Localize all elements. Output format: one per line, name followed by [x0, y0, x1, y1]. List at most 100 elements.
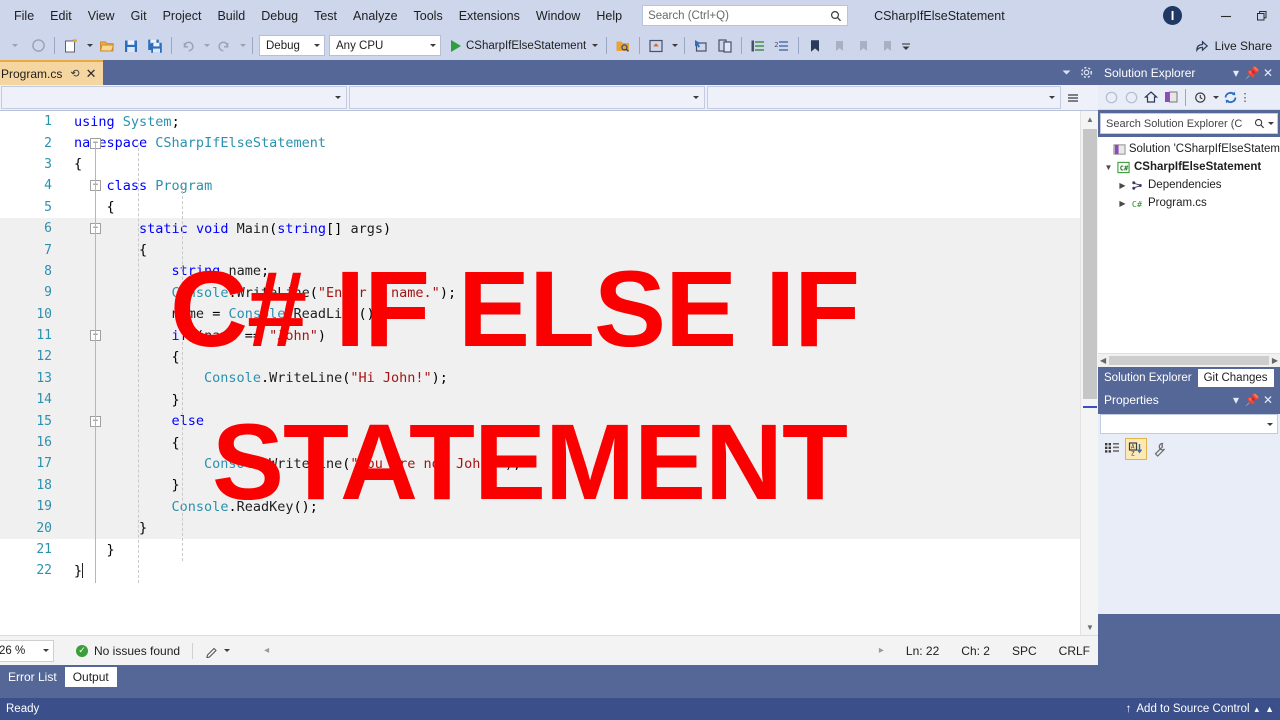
previous-bookmark-button[interactable]: [828, 34, 850, 57]
issue-next-arrow[interactable]: ▸: [879, 645, 884, 656]
hscroll-left-arrow[interactable]: ◀: [1100, 356, 1106, 365]
live-share-button[interactable]: Live Share: [1195, 38, 1272, 53]
project-scope-dropdown[interactable]: [1, 86, 347, 109]
menu-analyze[interactable]: Analyze: [345, 5, 405, 27]
hscroll-right-arrow[interactable]: ▶: [1272, 356, 1278, 365]
hscroll-thumb[interactable]: [1109, 356, 1269, 365]
menu-git[interactable]: Git: [123, 5, 155, 27]
code-line[interactable]: 12 {: [0, 346, 1098, 368]
menu-debug[interactable]: Debug: [253, 5, 306, 27]
clear-bookmarks-button[interactable]: [876, 34, 898, 57]
properties-object-combo[interactable]: [1100, 414, 1278, 434]
menu-edit[interactable]: Edit: [42, 5, 80, 27]
forward-button[interactable]: [1121, 87, 1141, 107]
code-line[interactable]: 16 {: [0, 431, 1098, 454]
solution-explorer-close-button[interactable]: ✕: [1260, 63, 1276, 83]
pin-tab-icon[interactable]: ⟲: [70, 67, 79, 80]
next-bookmark-button[interactable]: [852, 34, 874, 57]
quick-launch-search[interactable]: Search (Ctrl+Q): [642, 5, 849, 26]
restore-button[interactable]: [1244, 0, 1280, 31]
code-line[interactable]: 20 }: [0, 517, 1098, 539]
type-scope-dropdown[interactable]: [349, 86, 705, 109]
menu-tools[interactable]: Tools: [406, 5, 451, 27]
properties-close-button[interactable]: ✕: [1260, 390, 1276, 410]
uncomment-selection-button[interactable]: 2: [771, 34, 793, 57]
refresh-button[interactable]: [1220, 87, 1240, 107]
menu-build[interactable]: Build: [209, 5, 253, 27]
dock-tab-solution-explorer[interactable]: Solution Explorer: [1098, 369, 1198, 387]
start-debug-button[interactable]: CSharpIfElseStatement: [447, 34, 602, 57]
solution-platform-combo[interactable]: Any CPU: [329, 35, 441, 56]
eol-indicator[interactable]: CRLF: [1059, 644, 1090, 658]
bottom-tab-output[interactable]: Output: [64, 667, 117, 687]
undo-button[interactable]: [177, 34, 199, 57]
solution-explorer-hscrollbar[interactable]: ◀ ▶: [1098, 353, 1280, 367]
redo-dropdown[interactable]: [237, 34, 247, 57]
menu-file[interactable]: File: [6, 5, 42, 27]
code-line[interactable]: 3{: [0, 154, 1098, 175]
code-line[interactable]: 6− static void Main(string[] args): [0, 217, 1098, 240]
toggle-bookmark-button[interactable]: [804, 34, 826, 57]
expanded-twisty-icon[interactable]: ▼: [1102, 163, 1115, 172]
back-button[interactable]: [1101, 87, 1121, 107]
code-line[interactable]: 18 }: [0, 474, 1098, 497]
issue-prev-arrow[interactable]: ◂: [264, 645, 269, 656]
home-button[interactable]: [1141, 87, 1161, 107]
save-button[interactable]: [120, 34, 142, 57]
editor-vertical-scrollbar[interactable]: ▲ ▼: [1080, 111, 1098, 635]
bottom-tab-error-list[interactable]: Error List: [0, 667, 65, 687]
indent-indicator[interactable]: SPC: [1012, 644, 1037, 658]
code-line[interactable]: 17 Console.WriteLine("You are not John!"…: [0, 453, 1098, 475]
close-tab-icon[interactable]: ✕: [86, 67, 97, 80]
collapsed-twisty-icon[interactable]: ▶: [1116, 181, 1129, 190]
code-line[interactable]: 15− else: [0, 410, 1098, 432]
code-line[interactable]: 1 using System;: [0, 111, 1098, 132]
code-line[interactable]: 4− class Program: [0, 175, 1098, 196]
scroll-up-arrow[interactable]: ▲: [1081, 111, 1099, 127]
code-line[interactable]: 10 name = Console.ReadLine();: [0, 303, 1098, 325]
navigate-forward-button[interactable]: [27, 34, 49, 57]
code-line[interactable]: 9 Console.WriteLine("Enter a name.");: [0, 282, 1098, 304]
new-project-button[interactable]: [60, 34, 82, 57]
solution-explorer-pin-button[interactable]: 📌: [1244, 63, 1260, 83]
notifications-icon[interactable]: ▲: [1265, 704, 1274, 714]
code-line[interactable]: 19 Console.ReadKey();: [0, 496, 1098, 518]
comment-selection-button[interactable]: [747, 34, 769, 57]
menu-view[interactable]: View: [80, 5, 123, 27]
categorized-view-button[interactable]: [1101, 438, 1123, 460]
zoom-level-combo[interactable]: 26 %: [0, 639, 54, 662]
issues-status[interactable]: ✓ No issues found: [76, 644, 180, 658]
toolbar-overflow-button[interactable]: [900, 34, 912, 57]
open-file-button[interactable]: [96, 34, 118, 57]
scroll-down-arrow[interactable]: ▼: [1081, 619, 1099, 635]
hot-reload-button[interactable]: [645, 34, 667, 57]
solution-explorer-menu-button[interactable]: ▾: [1228, 63, 1244, 83]
code-line[interactable]: 11− if (name == "John"): [0, 324, 1098, 347]
redo-button[interactable]: [213, 34, 235, 57]
menu-help[interactable]: Help: [588, 5, 630, 27]
properties-grid[interactable]: [1098, 462, 1280, 614]
code-line[interactable]: 7 {: [0, 239, 1098, 261]
solution-explorer-search-input[interactable]: Search Solution Explorer (C: [1100, 113, 1278, 134]
pending-changes-filter-button[interactable]: [1190, 87, 1210, 107]
menu-test[interactable]: Test: [306, 5, 345, 27]
active-files-dropdown[interactable]: [1056, 62, 1076, 82]
live-preview-button[interactable]: [612, 34, 634, 57]
split-editor-button[interactable]: [1062, 85, 1084, 110]
properties-pin-button[interactable]: 📌: [1244, 390, 1260, 410]
code-editor-surface[interactable]: 1 using System; 2−namespace CSharpIfElseSt…: [0, 111, 1098, 635]
filter-dropdown[interactable]: [1210, 87, 1220, 107]
switch-views-button[interactable]: [1161, 87, 1181, 107]
new-project-dropdown[interactable]: [84, 34, 94, 57]
code-line[interactable]: 13 Console.WriteLine("Hi John!");: [0, 367, 1098, 390]
code-line[interactable]: 22}: [0, 560, 1098, 581]
code-line[interactable]: 5 {: [0, 197, 1098, 218]
scrollbar-thumb[interactable]: [1083, 129, 1097, 399]
solution-tree[interactable]: Solution 'CSharpIfElseStatem ▼ C# CSharpIfE…: [1098, 137, 1280, 353]
solution-tree-node[interactable]: ▶ C# Program.cs: [1098, 194, 1280, 212]
issue-navigation-group[interactable]: [205, 644, 231, 658]
solution-configuration-combo[interactable]: Debug: [259, 35, 325, 56]
alphabetical-view-button[interactable]: A Z: [1125, 438, 1147, 460]
editor-settings-button[interactable]: [1076, 62, 1096, 82]
user-avatar[interactable]: I: [1163, 6, 1182, 25]
